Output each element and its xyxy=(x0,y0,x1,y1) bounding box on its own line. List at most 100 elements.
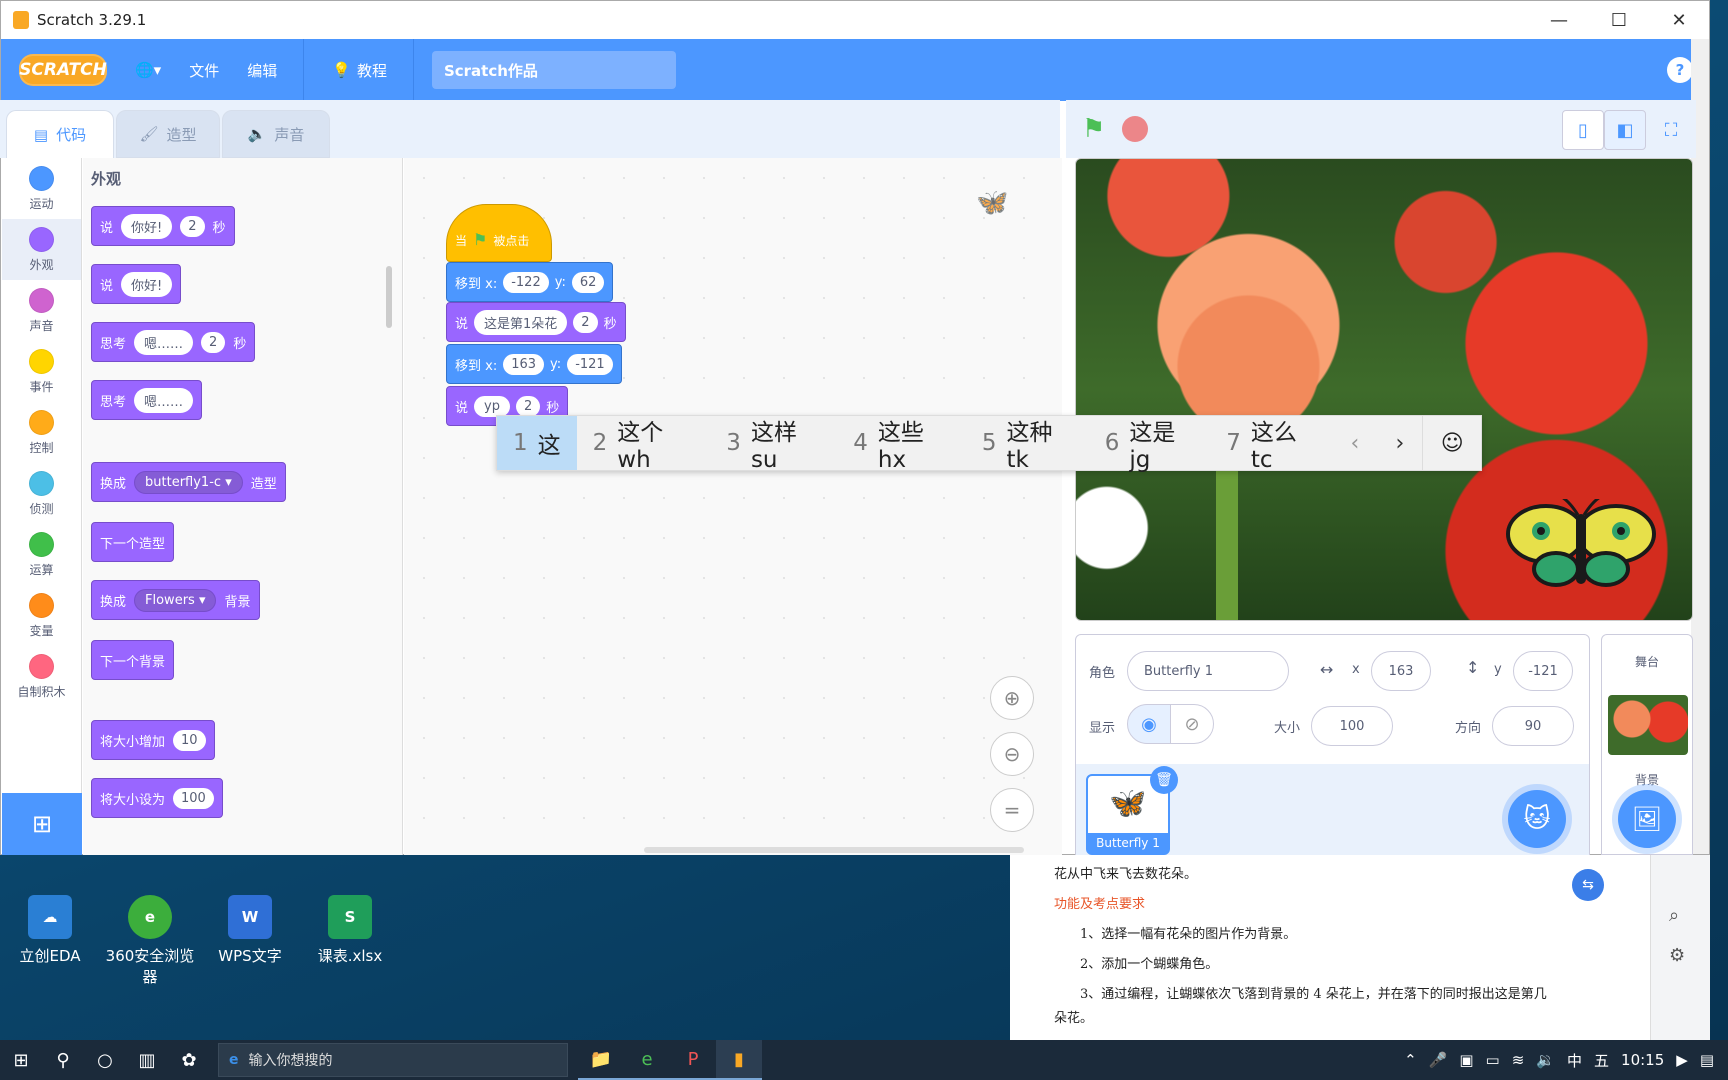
block-when-flag-clicked[interactable]: 当 ⚑ 被点击 xyxy=(446,204,552,262)
workspace-scrollbar[interactable] xyxy=(644,847,1024,853)
palette-scrollbar[interactable] xyxy=(386,266,392,328)
clock[interactable]: 10:15 xyxy=(1621,1051,1664,1069)
block-input[interactable]: 2 xyxy=(201,331,226,353)
category-variables[interactable]: 变量 xyxy=(2,585,81,646)
block-think[interactable]: 思考 嗯…… xyxy=(91,380,203,420)
block-next-costume[interactable]: 下一个造型 xyxy=(91,522,175,562)
emoji-icon[interactable]: ☺ xyxy=(1422,416,1481,470)
battery-icon[interactable]: ▭ xyxy=(1486,1051,1500,1069)
category-operators[interactable]: 运算 xyxy=(2,524,81,585)
ime-candidate[interactable]: 5 这种tk xyxy=(966,416,1089,473)
block-say-for-secs[interactable]: 说 你好! 2 秒 xyxy=(91,206,235,246)
category-looks[interactable]: 外观 xyxy=(2,219,81,280)
maximize-button[interactable]: ☐ xyxy=(1589,10,1649,31)
block-next-backdrop[interactable]: 下一个背景 xyxy=(91,640,175,680)
ime-candidate[interactable]: 7 这么tc xyxy=(1210,416,1332,473)
stage-canvas[interactable] xyxy=(1075,158,1693,621)
category-my-blocks[interactable]: 自制积木 xyxy=(2,646,81,707)
block-input[interactable]: yp xyxy=(474,395,510,417)
network-monitor-icon[interactable]: ▣ xyxy=(1459,1051,1473,1069)
minimize-button[interactable]: — xyxy=(1529,10,1589,31)
scratch-taskbar-icon[interactable]: ▮ xyxy=(716,1040,762,1080)
sprite-name-input[interactable]: Butterfly 1 xyxy=(1127,651,1289,691)
block-input[interactable]: -121 xyxy=(567,353,613,375)
block-goto-xy[interactable]: 移到 x: 163 y: -121 xyxy=(446,344,622,384)
help-button[interactable]: ? xyxy=(1667,57,1693,83)
browser-icon[interactable]: e xyxy=(624,1040,670,1080)
zoom-in-button[interactable]: ⊕ xyxy=(990,676,1034,720)
direction-input[interactable]: 90 xyxy=(1492,706,1574,746)
file-explorer-icon[interactable]: 📁 xyxy=(578,1040,624,1080)
block-input[interactable]: 2 xyxy=(180,215,205,237)
tab-costumes[interactable]: 🖌 造型 xyxy=(116,110,220,158)
ime-name-indicator[interactable]: 五 xyxy=(1594,1050,1609,1071)
hide-sprite-toggle[interactable]: ⊘ xyxy=(1170,704,1214,744)
cortana-icon[interactable]: ○ xyxy=(84,1050,126,1071)
ime-mode-indicator[interactable]: 中 xyxy=(1567,1050,1582,1071)
ime-candidate[interactable]: 3 这样su xyxy=(710,416,837,473)
block-input[interactable]: 你好! xyxy=(121,271,173,297)
block-input[interactable]: -122 xyxy=(503,271,549,293)
script-workspace[interactable]: 🦋 当 ⚑ 被点击 移到 x: -122 y: 62 说 这是第1朵花 2 秒 … xyxy=(404,158,1062,855)
block-input[interactable]: 嗯…… xyxy=(134,387,194,413)
ime-candidate[interactable]: 6 这是jg xyxy=(1089,416,1211,473)
chevron-up-icon[interactable]: ⌃ xyxy=(1404,1051,1417,1069)
zoom-out-button[interactable]: ⊖ xyxy=(990,732,1034,776)
desktop-icon-wps[interactable]: W WPS文字 xyxy=(200,895,300,966)
media-icon[interactable]: ▶ xyxy=(1676,1051,1688,1069)
category-control[interactable]: 控制 xyxy=(2,402,81,463)
stop-button[interactable] xyxy=(1122,116,1148,142)
green-flag-button[interactable]: ⚑ xyxy=(1082,114,1105,144)
add-extension-button[interactable]: ⊞ xyxy=(2,793,82,855)
edit-menu[interactable]: 编辑 xyxy=(247,60,277,81)
butterfly-sprite[interactable] xyxy=(1506,499,1656,589)
project-title-input[interactable]: Scratch作品 xyxy=(431,51,676,89)
windows-start-icon[interactable]: ⊞ xyxy=(0,1050,42,1071)
size-input[interactable]: 100 xyxy=(1311,706,1393,746)
desktop-icon-360-browser[interactable]: e 360安全浏览器 xyxy=(100,895,200,987)
close-button[interactable]: ✕ xyxy=(1649,10,1709,31)
block-input[interactable]: 2 xyxy=(515,395,541,417)
search-icon[interactable]: ⚲ xyxy=(42,1050,84,1071)
costume-dropdown[interactable]: butterfly1-c ▾ xyxy=(134,470,243,494)
block-input[interactable]: 62 xyxy=(571,271,605,293)
block-input[interactable]: 163 xyxy=(503,353,545,375)
wifi-icon[interactable]: ≋ xyxy=(1512,1051,1525,1069)
tab-code[interactable]: ▤ 代码 xyxy=(6,110,114,158)
block-input[interactable]: 2 xyxy=(573,311,598,333)
y-input[interactable]: -121 xyxy=(1513,651,1573,691)
app-launcher-icon[interactable]: ✿ xyxy=(168,1050,210,1071)
file-menu[interactable]: 文件 xyxy=(189,60,219,81)
category-motion[interactable]: 运动 xyxy=(2,158,81,219)
scratch-logo[interactable]: SCRATCH xyxy=(19,54,107,86)
translate-icon[interactable]: ⇆ xyxy=(1572,869,1604,901)
block-switch-backdrop[interactable]: 换成 Flowers ▾ 背景 xyxy=(91,580,260,620)
desktop-icon-xlsx[interactable]: S 课表.xlsx xyxy=(300,895,400,966)
block-say[interactable]: 说 你好! xyxy=(91,264,182,304)
small-stage-button[interactable]: ▯ xyxy=(1562,110,1604,150)
block-think-for-secs[interactable]: 思考 嗯…… 2 秒 xyxy=(91,322,256,362)
block-input[interactable]: 这是第1朵花 xyxy=(474,309,568,335)
category-sound[interactable]: 声音 xyxy=(2,280,81,341)
delete-sprite-button[interactable]: 🗑 xyxy=(1150,766,1178,794)
settings-slider-icon[interactable]: ⚙ xyxy=(1669,945,1685,966)
show-sprite-toggle[interactable]: ◉ xyxy=(1127,704,1171,744)
block-set-size[interactable]: 将大小设为 100 xyxy=(91,778,223,818)
tutorials-menu[interactable]: 💡 教程 xyxy=(332,60,387,81)
large-stage-button[interactable]: ◧ xyxy=(1604,110,1646,150)
language-menu[interactable]: 🌐▾ xyxy=(135,61,161,79)
desktop-icon-lceda[interactable]: ☁ 立创EDA xyxy=(0,895,100,966)
sprite-card[interactable]: 🦋 Butterfly 1 🗑 xyxy=(1086,766,1178,855)
tab-sounds[interactable]: 🔈 声音 xyxy=(222,110,330,158)
category-sensing[interactable]: 侦测 xyxy=(2,463,81,524)
zoom-reset-button[interactable]: = xyxy=(990,788,1034,832)
add-backdrop-button[interactable]: 🖼 xyxy=(1618,790,1676,848)
block-goto-xy[interactable]: 移到 x: -122 y: 62 xyxy=(446,262,614,302)
ime-prev-page-button[interactable]: ‹ xyxy=(1332,431,1377,456)
wps-pdf-icon[interactable]: P xyxy=(670,1040,716,1080)
ime-next-page-button[interactable]: › xyxy=(1377,431,1422,456)
search-icon[interactable]: ⌕ xyxy=(1669,905,1679,926)
taskbar-search-box[interactable]: e 输入你想搜的 xyxy=(218,1043,568,1077)
backdrop-dropdown[interactable]: Flowers ▾ xyxy=(134,588,217,612)
backdrop-thumbnail[interactable] xyxy=(1608,695,1688,755)
